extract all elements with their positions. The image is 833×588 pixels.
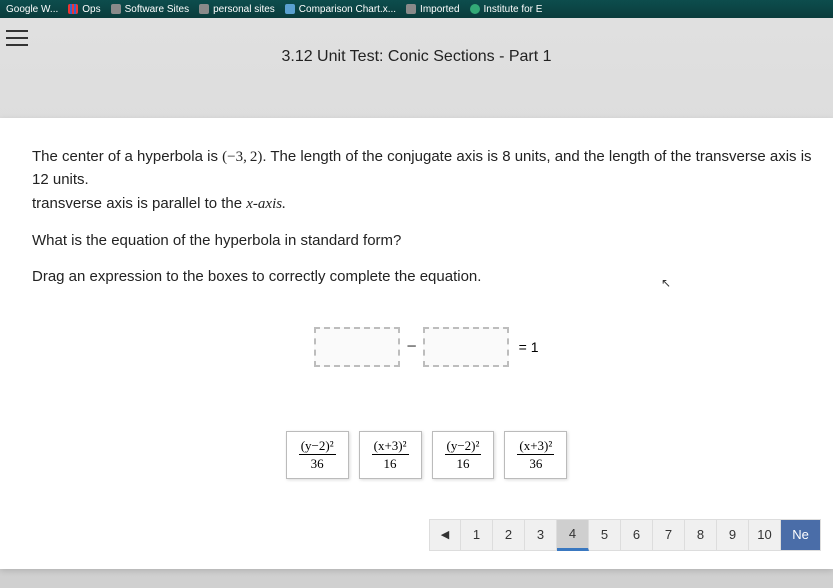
pager-8[interactable]: 8 bbox=[685, 519, 717, 551]
question-text: The center of a hyperbola is (−3, 2). Th… bbox=[32, 146, 821, 289]
site-icon bbox=[470, 4, 480, 14]
pager-5[interactable]: 5 bbox=[589, 519, 621, 551]
test-title: 3.12 Unit Test: Conic Sections - Part 1 bbox=[0, 18, 833, 88]
burger-line bbox=[6, 30, 28, 32]
bookmark-google[interactable]: Google W... bbox=[6, 4, 58, 15]
bookmark-comparison-chart[interactable]: Comparison Chart.x... bbox=[285, 4, 396, 15]
question-line-4: Drag an expression to the boxes to corre… bbox=[32, 266, 821, 289]
doc-icon bbox=[285, 4, 295, 14]
tile-y-minus-2-sq-over-16[interactable]: (y−2)²16 bbox=[432, 431, 495, 479]
folder-icon bbox=[406, 4, 416, 14]
dropzone-right[interactable] bbox=[423, 327, 509, 367]
folder-icon bbox=[199, 4, 209, 14]
pager-prev[interactable]: ◀ bbox=[429, 519, 461, 551]
dropzone-left[interactable] bbox=[314, 327, 400, 367]
menu-button[interactable] bbox=[6, 30, 28, 46]
question-line-3: What is the equation of the hyperbola in… bbox=[32, 230, 821, 253]
tile-y-minus-2-sq-over-36[interactable]: (y−2)²36 bbox=[286, 431, 349, 479]
pager-7[interactable]: 7 bbox=[653, 519, 685, 551]
pager-4[interactable]: 4 bbox=[557, 519, 589, 551]
question-card: The center of a hyperbola is (−3, 2). Th… bbox=[0, 118, 833, 569]
ops-icon bbox=[68, 4, 78, 14]
pager-6[interactable]: 6 bbox=[621, 519, 653, 551]
equation-drop-area: − = 1 bbox=[32, 307, 821, 387]
pager-2[interactable]: 2 bbox=[493, 519, 525, 551]
bookmark-institute[interactable]: Institute for E bbox=[470, 4, 543, 15]
pager-9[interactable]: 9 bbox=[717, 519, 749, 551]
answer-tiles: (y−2)²36 (x+3)²16 (y−2)²16 (x+3)²36 bbox=[32, 431, 821, 479]
pager-3[interactable]: 3 bbox=[525, 519, 557, 551]
browser-bookmarks-bar: Google W... Ops Software Sites personal … bbox=[0, 0, 833, 18]
bookmark-imported[interactable]: Imported bbox=[406, 4, 459, 15]
burger-line bbox=[6, 44, 28, 46]
tile-x-plus-3-sq-over-16[interactable]: (x+3)²16 bbox=[359, 431, 422, 479]
burger-line bbox=[6, 37, 28, 39]
pager-10[interactable]: 10 bbox=[749, 519, 781, 551]
bookmark-ops[interactable]: Ops bbox=[68, 4, 100, 15]
folder-icon bbox=[111, 4, 121, 14]
pager-next[interactable]: Ne bbox=[781, 519, 821, 551]
bookmark-personal-sites[interactable]: personal sites bbox=[199, 4, 275, 15]
bookmark-software-sites[interactable]: Software Sites bbox=[111, 4, 189, 15]
center-point: (−3, 2) bbox=[222, 149, 262, 165]
page-content: 3.12 Unit Test: Conic Sections - Part 1 … bbox=[0, 18, 833, 588]
minus-sign: − bbox=[406, 336, 416, 357]
tile-x-plus-3-sq-over-36[interactable]: (x+3)²36 bbox=[504, 431, 567, 479]
question-line-2: transverse axis is parallel to the x-axi… bbox=[32, 193, 821, 216]
equals-one: = 1 bbox=[519, 339, 539, 355]
question-line-1: The center of a hyperbola is (−3, 2). Th… bbox=[32, 146, 821, 191]
pager-1[interactable]: 1 bbox=[461, 519, 493, 551]
question-pager: ◀ 1 2 3 4 5 6 7 8 9 10 Ne bbox=[32, 519, 821, 551]
